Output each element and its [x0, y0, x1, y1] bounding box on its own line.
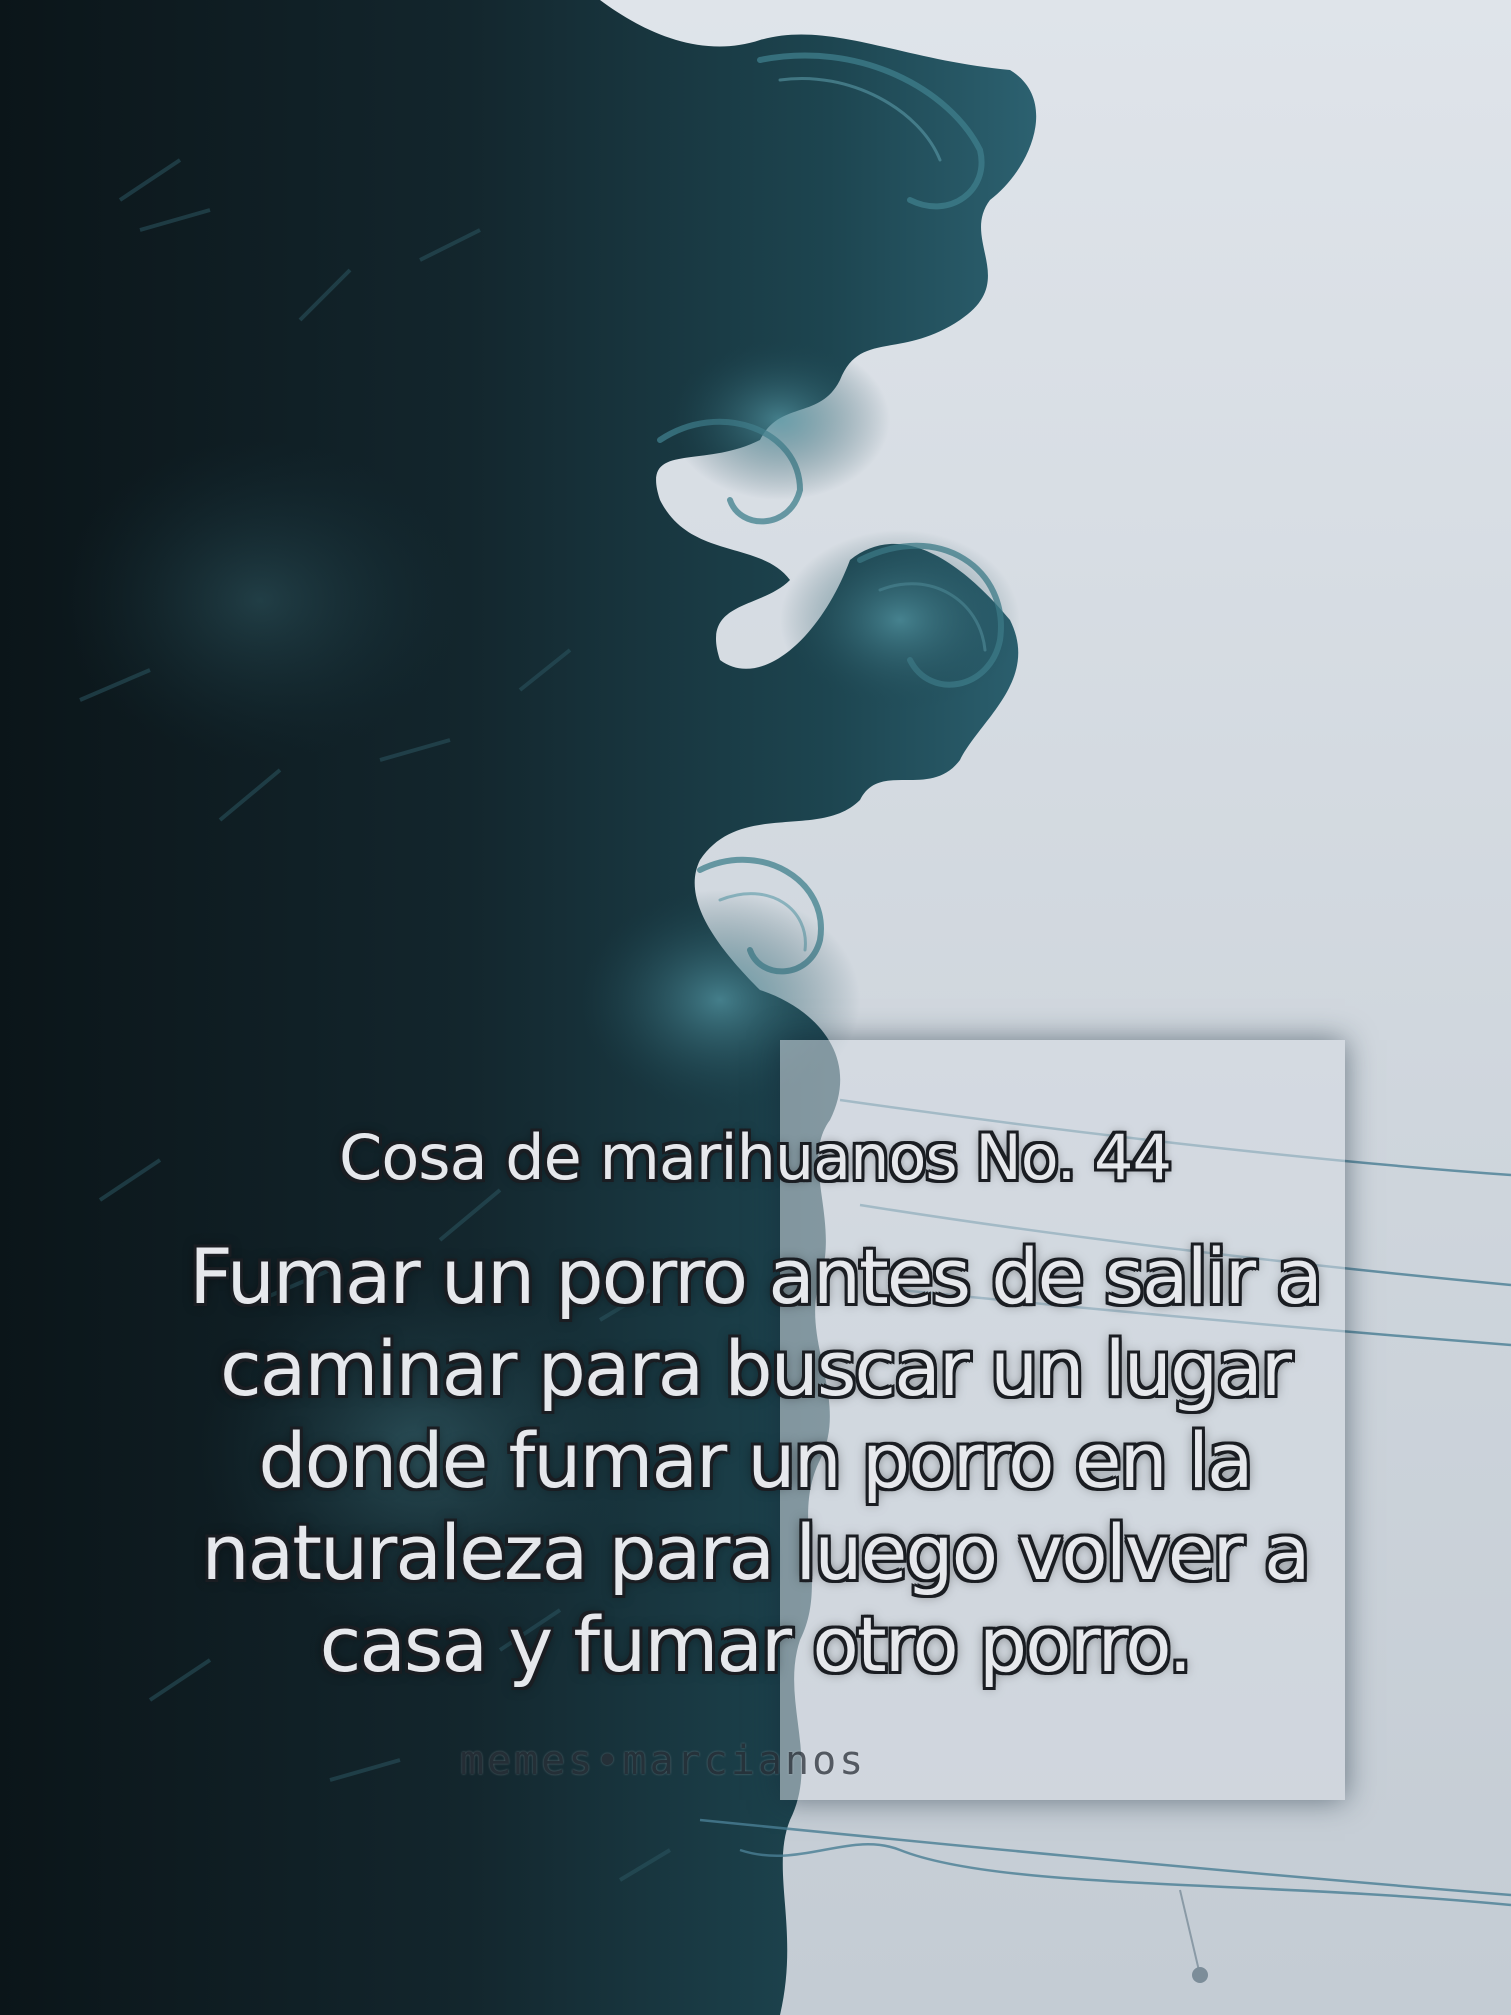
meme-caption: Cosa de marihuanos No. 44 Fumar un porro… — [150, 1115, 1360, 1691]
meme-title: Cosa de marihuanos No. 44 — [339, 1121, 1172, 1194]
meme-body-text: Fumar un porro antes de salir a caminar … — [189, 1232, 1323, 1689]
meme-image: Cosa de marihuanos No. 44 Fumar un porro… — [0, 0, 1511, 2015]
watermark: memes•marcianos — [460, 1738, 867, 1784]
